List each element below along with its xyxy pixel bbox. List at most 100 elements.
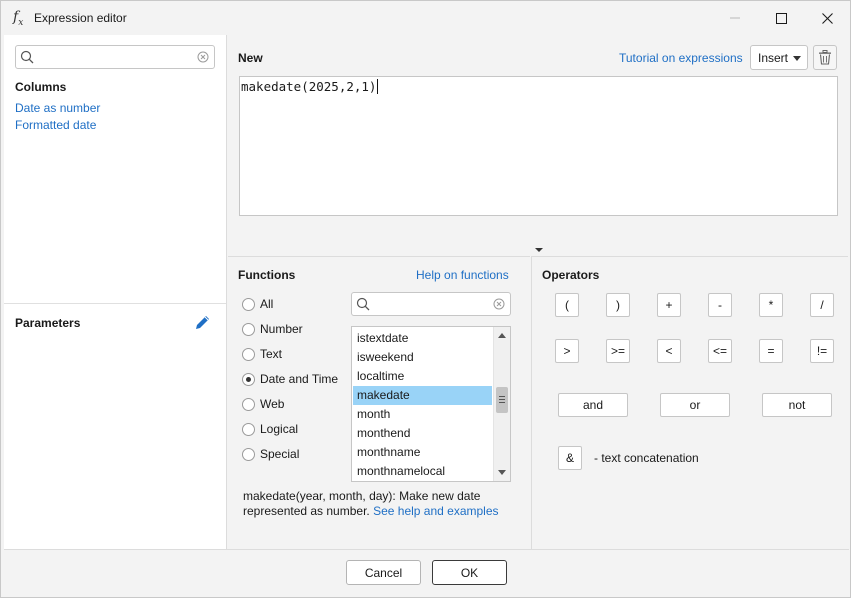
- splitter-handle-icon[interactable]: [535, 248, 543, 252]
- radio-button[interactable]: [242, 447, 255, 461]
- radio-button-checked[interactable]: [242, 372, 255, 386]
- function-item-monthname[interactable]: monthname: [353, 443, 492, 462]
- operator-greater-than-button[interactable]: >: [555, 339, 579, 363]
- cancel-button[interactable]: Cancel: [346, 560, 421, 585]
- expression-editor-window: fx Expression editor Columns Date as num…: [0, 0, 851, 598]
- columns-heading: Columns: [15, 80, 67, 94]
- maximize-icon: [775, 12, 787, 24]
- expression-input[interactable]: makedate(2025,2,1): [239, 76, 838, 216]
- insert-dropdown-button[interactable]: Insert: [750, 45, 808, 70]
- clear-search-icon[interactable]: [197, 51, 209, 63]
- clear-expression-button[interactable]: [813, 45, 837, 70]
- function-item-monthnamelocal[interactable]: monthnamelocal: [353, 462, 492, 481]
- grip-line: [499, 399, 505, 400]
- function-item-localtime[interactable]: localtime: [353, 367, 492, 386]
- function-list-scrollbar[interactable]: [493, 327, 510, 481]
- operator-or-button[interactable]: or: [660, 393, 730, 417]
- dialog-button-bar: Cancel OK: [4, 549, 849, 597]
- radio-button[interactable]: [242, 397, 255, 411]
- category-label: Logical: [260, 422, 299, 436]
- function-item-monthend[interactable]: monthend: [353, 424, 492, 443]
- clear-search-icon[interactable]: [493, 298, 505, 310]
- category-radio-date-and-time[interactable]: Date and Time: [242, 370, 338, 388]
- operator-minus-button[interactable]: -: [708, 293, 732, 317]
- concat-description: - text concatenation: [594, 451, 699, 465]
- radio-button[interactable]: [242, 422, 255, 436]
- columns-search-input[interactable]: [38, 48, 194, 66]
- title-bar: fx Expression editor: [1, 1, 850, 35]
- column-item-formatted-date[interactable]: Formatted date: [15, 118, 96, 132]
- category-radio-all[interactable]: All: [242, 295, 273, 313]
- scrollbar-thumb[interactable]: [496, 387, 508, 413]
- radio-button[interactable]: [242, 297, 255, 311]
- operator-equal-button[interactable]: =: [759, 339, 783, 363]
- parameters-heading: Parameters: [15, 316, 81, 330]
- column-item-date-as-number[interactable]: Date as number: [15, 101, 100, 115]
- help-on-functions-link[interactable]: Help on functions: [416, 268, 509, 282]
- parameters-divider: [4, 303, 226, 304]
- maximize-button[interactable]: [758, 1, 804, 35]
- operator-less-than-button[interactable]: <: [657, 339, 681, 363]
- category-label: Text: [260, 347, 283, 361]
- left-panel: Columns Date as number Formatted date Pa…: [4, 35, 227, 549]
- operator-multiply-button[interactable]: *: [759, 293, 783, 317]
- text-cursor: [377, 79, 379, 94]
- category-radio-web[interactable]: Web: [242, 395, 284, 413]
- trash-icon: [819, 50, 831, 65]
- window-title: Expression editor: [34, 11, 127, 25]
- grip-line: [499, 402, 505, 403]
- function-item-month[interactable]: month: [353, 405, 492, 424]
- operator-less-equal-button[interactable]: <=: [708, 339, 732, 363]
- operator-open-paren-button[interactable]: (: [555, 293, 579, 317]
- category-label: Number: [260, 322, 303, 336]
- functions-search-box[interactable]: [351, 292, 511, 316]
- scroll-down-icon[interactable]: [498, 470, 506, 475]
- operator-plus-button[interactable]: +: [657, 293, 681, 317]
- operator-close-paren-button[interactable]: ): [606, 293, 630, 317]
- functions-search-input[interactable]: [374, 295, 490, 313]
- category-radio-number[interactable]: Number: [242, 320, 303, 338]
- columns-search-box[interactable]: [15, 45, 215, 69]
- chevron-down-icon: [793, 56, 801, 61]
- editor-heading: New: [238, 51, 263, 65]
- see-help-and-examples-link[interactable]: See help and examples: [373, 504, 498, 518]
- category-label: Web: [260, 397, 285, 411]
- category-label: Date and Time: [260, 372, 339, 386]
- search-icon: [356, 297, 370, 311]
- operator-divide-button[interactable]: /: [810, 293, 834, 317]
- minimize-icon: [730, 17, 740, 19]
- category-radio-logical[interactable]: Logical: [242, 420, 298, 438]
- operator-and-button[interactable]: and: [558, 393, 628, 417]
- tutorial-on-expressions-link[interactable]: Tutorial on expressions: [619, 51, 743, 65]
- search-icon: [20, 50, 34, 64]
- expression-text: makedate(2025,2,1): [241, 79, 377, 94]
- function-item-isweekend[interactable]: isweekend: [353, 348, 492, 367]
- scroll-up-icon[interactable]: [498, 333, 506, 338]
- edit-parameters-pencil-icon[interactable]: [194, 315, 212, 331]
- close-icon: [821, 12, 833, 24]
- minimize-button[interactable]: [712, 1, 758, 35]
- operator-concat-button[interactable]: &: [558, 446, 582, 470]
- function-item-istextdate[interactable]: istextdate: [353, 329, 492, 348]
- editor-panel: New Tutorial on expressions Insert maked…: [228, 35, 848, 255]
- ok-button[interactable]: OK: [432, 560, 507, 585]
- category-radio-text[interactable]: Text: [242, 345, 282, 363]
- category-radio-special[interactable]: Special: [242, 445, 299, 463]
- operator-not-button[interactable]: not: [762, 393, 832, 417]
- operators-panel: Operators ( ) + - * / > >= < <= = != and…: [531, 256, 848, 549]
- operator-greater-equal-button[interactable]: >=: [606, 339, 630, 363]
- radio-button[interactable]: [242, 347, 255, 361]
- fx-function-icon: fx: [13, 9, 24, 28]
- functions-heading: Functions: [238, 268, 296, 282]
- function-list[interactable]: istextdate isweekend localtime makedate …: [351, 326, 511, 482]
- category-label: All: [260, 297, 274, 311]
- category-label: Special: [260, 447, 300, 461]
- radio-button[interactable]: [242, 322, 255, 336]
- insert-label: Insert: [758, 50, 789, 65]
- operator-not-equal-button[interactable]: !=: [810, 339, 834, 363]
- function-item-makedate[interactable]: makedate: [353, 386, 492, 405]
- operators-heading: Operators: [542, 268, 600, 282]
- function-description: makedate(year, month, day): Make new dat…: [243, 489, 528, 519]
- functions-panel: Functions Help on functions All Number T…: [228, 256, 530, 549]
- close-button[interactable]: [804, 1, 850, 35]
